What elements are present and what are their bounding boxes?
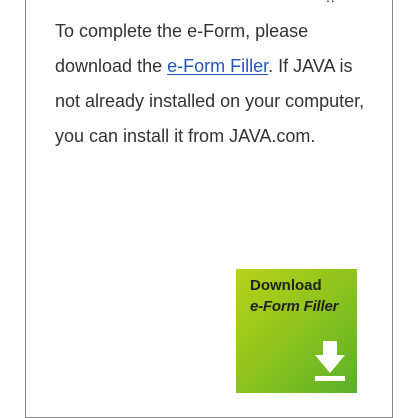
- eform-filler-link[interactable]: e-Form Filler: [167, 56, 268, 76]
- download-arrow-icon: [315, 341, 345, 381]
- eform-instructions: To complete the e-Form, please download …: [55, 14, 375, 154]
- download-eform-filler-button[interactable]: Download e-Form Filler: [236, 269, 357, 393]
- download-button-line2: e-Form Filler: [250, 298, 339, 315]
- clipped-text-fragment: ..: [326, 0, 346, 4]
- download-button-line1: Download: [250, 277, 322, 294]
